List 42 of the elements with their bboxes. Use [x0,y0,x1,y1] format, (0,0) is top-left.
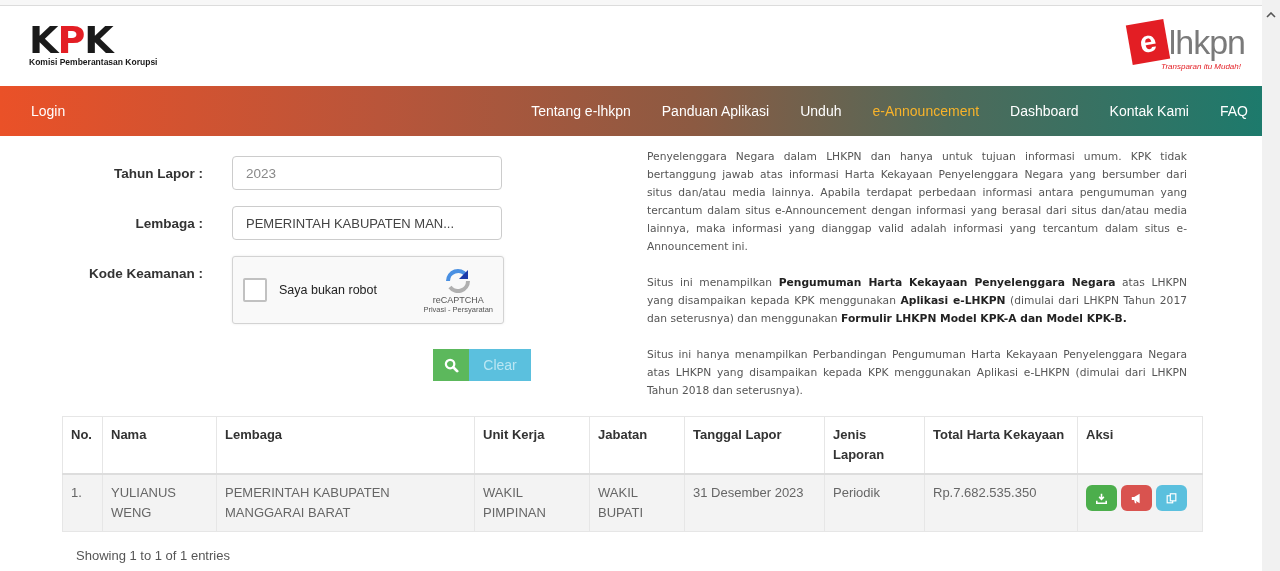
nav-link[interactable]: Kontak Kami [1109,103,1189,119]
search-icon [443,357,459,373]
logo-subtitle: Komisi Pemberantasan Korupsi [29,57,158,67]
table-cell: 31 Desember 2023 [684,474,825,532]
kpk-logo: KPK [29,25,115,55]
year-field[interactable]: 2023 [232,156,502,190]
field-label: Tahun Lapor : [113,165,204,181]
nav-link[interactable]: Panduan Aplikasi [661,103,770,119]
nav-link[interactable]: FAQ [1220,103,1248,119]
logo-wordmark: lhkpn [1168,24,1245,59]
table-cell: WAKIL PIMPINAN [474,474,590,532]
table-cell: 1. [62,474,103,532]
logo-badge: e [1125,18,1170,65]
nav-link[interactable]: e-Announcement [872,103,980,119]
download-button[interactable] [1086,485,1117,511]
table-cell: Periodik [824,474,925,532]
login-link[interactable]: Login [31,103,66,119]
info-paragraph: Penyelenggara Negara dalam LHKPN dan hanya untuk tujuan informasi umum. KPK tidak bertanggung jawab atas informasi Harta Kekayaan Penyelenggara Negara yang bersumber dari situs dan/atau media lainnya. Apabila terdapat perbedaan informasi antara pengumuman yang tercantum dalam situs e-Announcement dengan informasi yang berasal dari situs dan/atau media lainnya, maka informasi yang dianggap valid adalah informasi yang tercantum dalam situs e-Announcement ini. [647,149,1187,255]
scroll-up-icon[interactable] [1266,12,1276,18]
table-cell: WAKIL BUPATI [589,474,685,532]
bullhorn-icon [1131,492,1142,504]
circular-arrows-icon [444,266,473,295]
captcha-label: Saya bukan robot [279,283,377,297]
bullhorn-button[interactable] [1121,485,1152,511]
info-paragraph: Situs ini menampilkan Pengumuman Harta Kekayaan Penyelenggara Negara atas LHKPN yang disampaikan kepada KPK menggunakan Aplikasi e-LHKPN (dimulai dari LHKPN Tahun 2017 dan seterusnya) dan menggunakan Formulir LHKPN Model KPK-A dan Model KPK-B. [647,275,1187,327]
copy-button[interactable] [1156,485,1187,511]
nav-link[interactable]: Unduh [800,103,842,119]
institution-select[interactable]: PEMERINTAH KABUPATEN MAN... [232,206,502,240]
captcha-brand: reCAPTCHA [432,294,484,305]
download-icon [1096,492,1107,504]
nav-link[interactable]: Dashboard [1010,103,1079,119]
search-button[interactable] [433,349,469,381]
captcha-checkbox[interactable] [243,278,267,302]
info-paragraph: Situs ini hanya menampilkan Perbandingan Pengumuman Harta Kekayaan Penyelenggara Negara atas LHKPN yang disampaikan kepada KPK menggunakan Aplikasi e-LHKPN (dimulai dari LHKPN Tahun 2018 dan seterusnya). [647,347,1187,399]
field-label: Kode Keamanan : [87,266,204,281]
copy-icon [1166,492,1177,504]
entries-info: Showing 1 to 1 of 1 entries [76,548,231,563]
table-cell: PEMERINTAH KABUPATEN MANGGARAI BARAT [216,474,475,532]
nav-link[interactable]: Tentang e-lhkpn [531,103,631,119]
field-label: Lembaga : [134,215,204,231]
table-cell: Rp.7.682.535.350 [924,474,1078,532]
table-cell: YULIANUS WENG [102,474,217,532]
